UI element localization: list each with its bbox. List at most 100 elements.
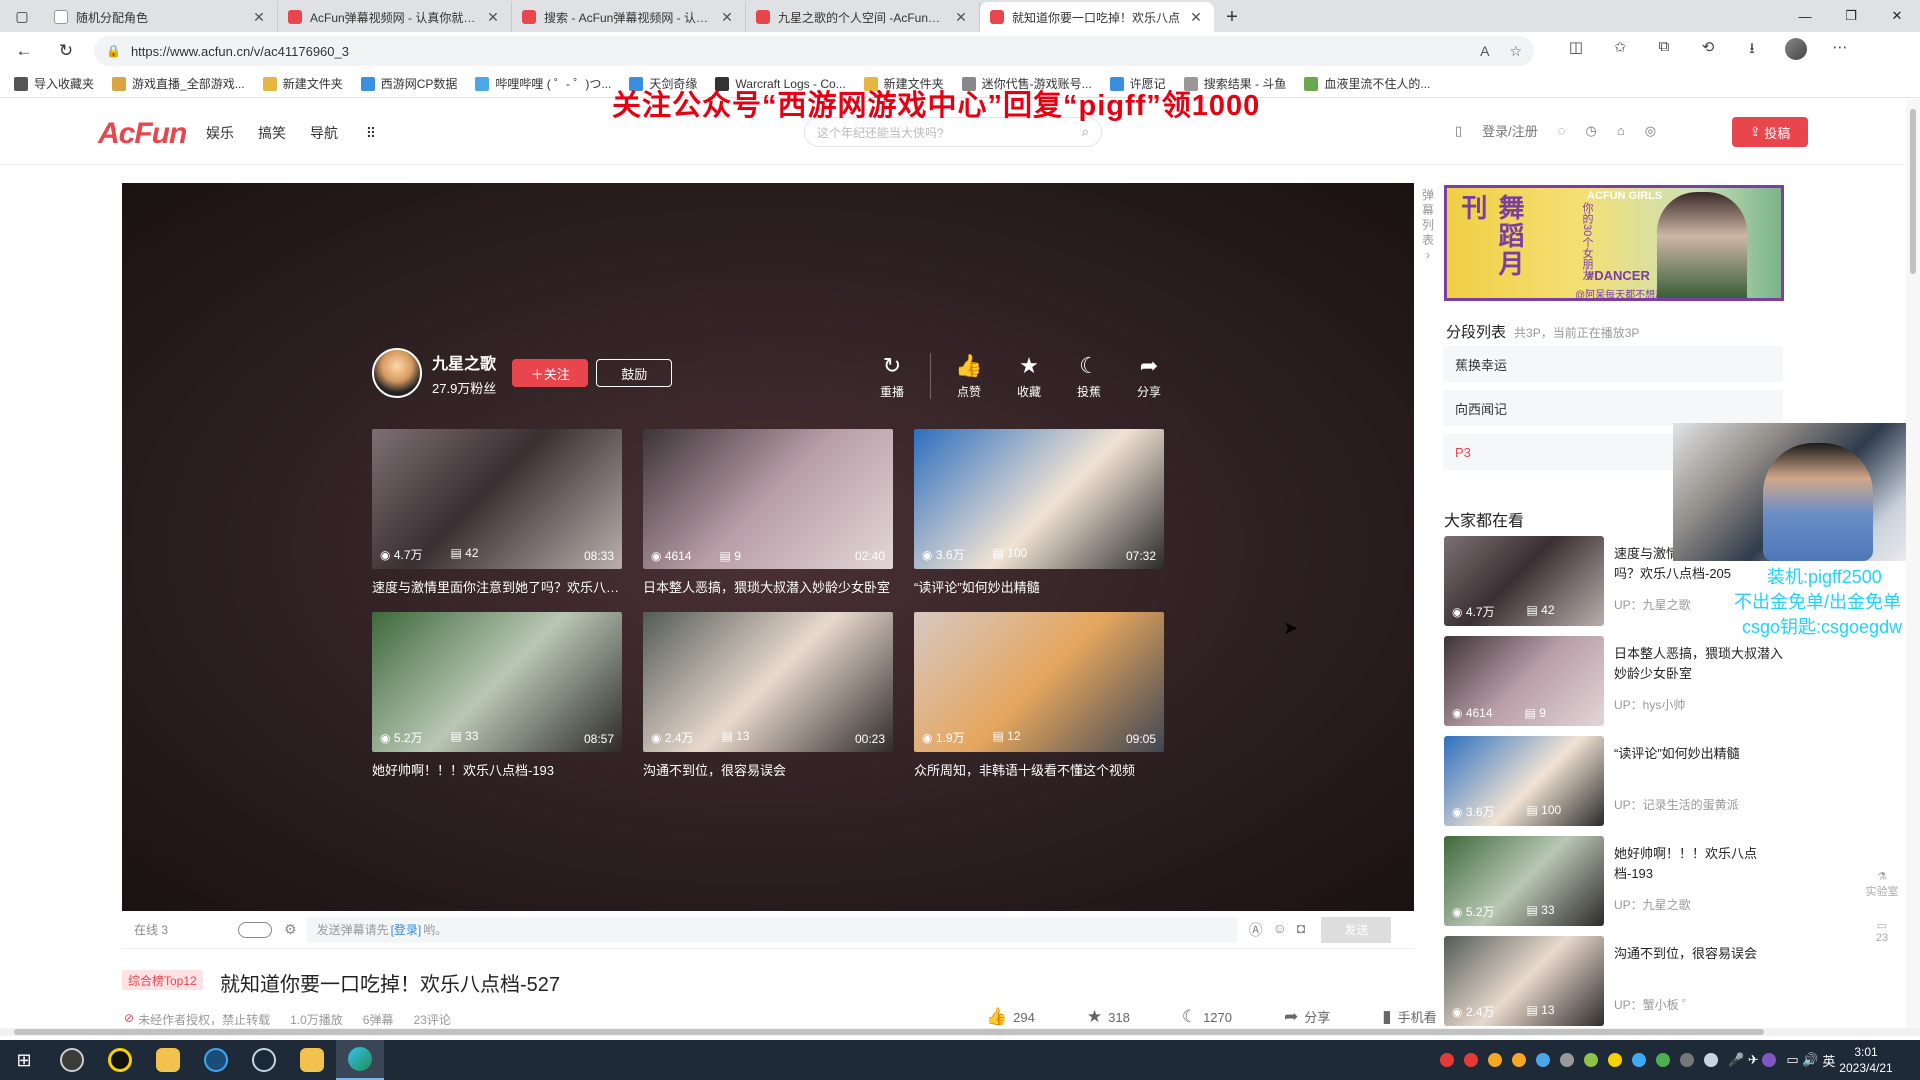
follow-button[interactable]: ＋关注 [512,359,589,387]
favorite-action[interactable]: ★ 318 [1087,1007,1156,1027]
tab-actions-icon[interactable]: ▢ [0,0,44,32]
login-link[interactable]: [登录] [391,921,422,938]
minimize-icon[interactable]: — [1782,0,1828,32]
tray-icon[interactable] [1632,1053,1646,1067]
bookmark-item[interactable]: 导入收藏夹 [14,75,94,92]
volume-icon[interactable]: 🔊 [1802,1052,1818,1068]
video-player[interactable]: 九星之歌 27.9万粉丝 ＋关注 鼓励 ↻ 重播 👍 点赞 ★ 收藏 ☾ 投蕉 ➦ 分享 … [122,183,1414,911]
video-title[interactable]: 众所周知，非韩语十级看不懂这个视频 [914,760,1164,779]
gift-icon[interactable]: ◘ [1297,920,1305,940]
favorites-icon[interactable]: ✩ [1598,38,1642,64]
video-title[interactable]: 她好帅啊！！！欢乐八点档-193 [372,760,622,779]
scroll-thumb[interactable] [14,1029,1764,1035]
refresh-icon[interactable]: ↻ [48,36,84,66]
tray-icon[interactable] [1656,1053,1670,1067]
video-thumbnail[interactable]: ◉ 4.7万 ▤ 42 [1444,536,1604,626]
tray-icon[interactable] [1584,1053,1598,1067]
login-register-link[interactable]: 登录/注册 [1482,121,1538,140]
comment-float-button[interactable]: ▭ 23 [1860,919,1904,944]
tray-icon[interactable] [1488,1053,1502,1067]
bookmark-item[interactable]: 游戏直播_全部游戏... [112,75,245,92]
profile-avatar[interactable] [1774,38,1818,64]
recommended-video[interactable]: ◉ 4614 ▤ 9 02:40 日本整人恶搞，猥琐大叔潜入妙龄少女卧室 [643,429,893,596]
browser-tab[interactable]: 九星之歌的个人空间 -AcFun弹幕 ✕ [746,2,980,32]
share-button[interactable]: ➦ 分享 [1119,353,1179,400]
video-title[interactable]: 速度与激情里面你注意到她了吗？欢乐八点档-205 [372,577,622,596]
tray-icon[interactable] [1536,1053,1550,1067]
video-thumbnail[interactable]: ◉ 2.4万 ▤ 13 00:23 [643,612,893,752]
app-icon[interactable] [192,1040,240,1080]
new-tab-icon[interactable]: + [1214,2,1250,32]
tray-icon[interactable] [1512,1053,1526,1067]
back-icon[interactable]: ← [6,36,42,66]
download-icon[interactable]: ⭳ [1730,38,1774,64]
nav-item-navigation[interactable]: 导航 ⠿ [310,123,400,143]
related-uploader[interactable]: UP：hys小帅 [1614,696,1685,713]
bookmark-folder[interactable]: 新建文件夹 [262,75,343,92]
scroll-thumb[interactable] [1910,109,1916,274]
related-video[interactable]: ◉ 4614 ▤ 9 日本整人恶搞，猥琐大叔潜入妙龄少女卧室 UP：hys小帅 [1444,636,1784,726]
related-uploader[interactable]: UP：蟹小板 ゜ [1614,996,1694,1013]
edge-browser-icon[interactable] [336,1040,384,1080]
share-action[interactable]: ➦ 分享 [1284,1007,1356,1027]
message-icon[interactable]: ◌ [1558,123,1566,138]
browser-tab[interactable]: AcFun弹幕视频网 - 认真你就输啦 ✕ [278,2,512,32]
uploader-avatar[interactable] [372,348,422,398]
related-title[interactable]: 沟通不到位，很容易误会 [1614,944,1784,964]
nav-item-funny[interactable]: 搞笑 [258,123,286,143]
system-clock[interactable]: 3:01 2023/4/21 [1826,1044,1906,1076]
recommended-video[interactable]: ◉ 1.9万 ▤ 12 09:05 众所周知，非韩语十级看不懂这个视频 [914,612,1164,779]
dynamic-icon[interactable]: ◎ [1645,123,1656,139]
tray-icon[interactable] [1608,1053,1622,1067]
close-icon[interactable]: ✕ [251,9,267,26]
video-title[interactable]: 日本整人恶搞，猥琐大叔潜入妙龄少女卧室 [643,577,893,596]
video-title[interactable]: 沟通不到位，很容易误会 [643,760,893,779]
related-title[interactable]: 她好帅啊！！！欢乐八点档-193 [1614,844,1784,884]
recommended-video[interactable]: ◉ 3.6万 ▤ 100 07:32 “读评论”如何妙出精髓 [914,429,1164,596]
obs-app-icon[interactable] [48,1040,96,1080]
url-field[interactable]: 🔒 https://www.acfun.cn/v/ac41176960_3 A … [94,36,1534,66]
related-video[interactable]: ◉ 2.4万 ▤ 13 沟通不到位，很容易误会 UP：蟹小板 ゜ [1444,936,1784,1026]
part-item[interactable]: 蕉换幸运 [1443,346,1783,382]
send-button[interactable]: 发送 [1321,916,1392,943]
video-title[interactable]: “读评论”如何妙出精髓 [914,577,1164,596]
history-icon[interactable]: ⟲ [1686,38,1730,64]
cheer-button[interactable]: 鼓励 [596,359,673,387]
video-thumbnail[interactable]: ◉ 3.6万 ▤ 100 [1444,736,1604,826]
related-video[interactable]: ◉ 5.2万 ▤ 33 她好帅啊！！！欢乐八点档-193 UP：九星之歌 [1444,836,1784,926]
microphone-icon[interactable]: 🎤 [1728,1052,1748,1068]
danmaku-input[interactable]: 发送弹幕请先 [登录] 哟。 [306,916,1237,943]
lab-button[interactable]: ⚗ 实验室 [1860,870,1904,899]
bookmark-item[interactable]: 血液里流不住人的... [1304,75,1430,92]
vertical-scrollbar[interactable] [1906,99,1920,1028]
video-thumbnail[interactable]: ◉ 5.2万 ▤ 33 08:57 [372,612,622,752]
app-icon[interactable] [96,1040,144,1080]
video-thumbnail[interactable]: ◉ 4614 ▤ 9 02:40 [643,429,893,569]
restore-icon[interactable]: ❐ [1828,0,1874,32]
read-aloud-icon[interactable]: A [1480,43,1489,59]
app-icon[interactable] [144,1040,192,1080]
bookmark-item[interactable]: 哔哩哔哩 ( ゜- ゜)つ... [475,75,611,92]
video-thumbnail[interactable]: ◉ 1.9万 ▤ 12 09:05 [914,612,1164,752]
video-thumbnail[interactable]: ◉ 4614 ▤ 9 [1444,636,1604,726]
related-title[interactable]: 日本整人恶搞，猥琐大叔潜入妙龄少女卧室 [1614,644,1784,684]
part-item[interactable]: 向西闻记 [1443,390,1783,426]
close-icon[interactable]: ✕ [953,9,969,26]
upload-button[interactable]: ⇪ 投稿 [1732,117,1808,147]
search-icon[interactable]: ⌕ [1082,124,1089,140]
recommended-video[interactable]: ◉ 4.7万 ▤ 42 08:33 速度与激情里面你注意到她了吗？欢乐八点档-20… [372,429,622,596]
danmaku-list-tab[interactable]: 弹幕列表 › [1417,188,1439,263]
bookmark-item[interactable]: 西游网CP数据 [360,75,457,92]
emoji-icon[interactable]: ☺ [1273,920,1287,940]
danmaku-settings-icon[interactable]: ⚙ [284,921,297,938]
steam-tray-icon[interactable] [1704,1053,1718,1067]
like-action[interactable]: 👍 294 [986,1007,1061,1027]
collections-icon[interactable]: ⧉ [1642,38,1686,64]
favorite-button[interactable]: ★ 收藏 [999,353,1059,400]
lock-icon[interactable]: 🔒 [106,44,121,58]
banana-action[interactable]: ☾ 1270 [1182,1007,1258,1027]
bluetooth-icon[interactable]: ✈ [1748,1052,1763,1068]
related-uploader[interactable]: UP：九星之歌 [1614,596,1691,613]
mobile-icon[interactable]: ▯ [1455,123,1462,139]
video-thumbnail[interactable]: ◉ 2.4万 ▤ 13 [1444,936,1604,1026]
